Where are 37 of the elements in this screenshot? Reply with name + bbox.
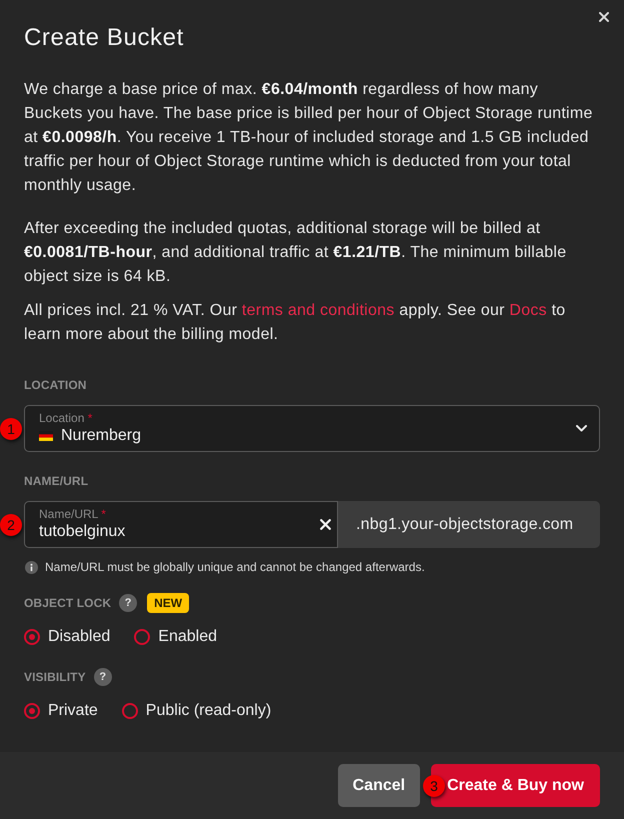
radio-icon[interactable] [24, 629, 40, 645]
step-marker: 3 [423, 774, 446, 796]
input-value: tutobelginux [39, 522, 126, 542]
section-label: VISIBILITY [24, 669, 86, 685]
radio-icon[interactable] [134, 629, 150, 645]
field-label: Name/URL * [39, 507, 106, 521]
select-value: Nuremberg [61, 426, 142, 446]
radio-option[interactable]: Disabled [24, 626, 110, 648]
clear-icon[interactable] [320, 519, 331, 530]
field-label: Location * [39, 411, 92, 425]
hint-text: Name/URL must be globally unique and cannot be changed afterwards. [45, 559, 425, 575]
dialog-title: Create Bucket [24, 24, 184, 52]
text-link[interactable]: terms and conditions [242, 302, 395, 319]
radio-option[interactable]: Enabled [134, 626, 217, 648]
section-label: LOCATION [24, 377, 87, 393]
section-label: OBJECT LOCK [24, 595, 112, 611]
step-marker: 2 [0, 514, 22, 536]
help-button[interactable]: ? [94, 668, 112, 686]
location-select[interactable]: Location * Nuremberg [24, 405, 600, 452]
cancel-button[interactable]: Cancel [338, 764, 420, 807]
close-icon[interactable] [599, 12, 609, 22]
step-marker: 1 [0, 418, 22, 440]
description-text: All prices incl. 21 % VAT. Our terms and conditions apply. See our Docs to learn more about the billing model. [24, 301, 566, 345]
info-icon [25, 560, 38, 574]
radio-option[interactable]: Public (read-only) [122, 700, 272, 722]
chevron-down-icon [576, 425, 587, 432]
url-suffix: .nbg1.your-objectstorage.com [338, 501, 600, 548]
description-text: We charge a base price of max. €6.04/month regardless of how many Buckets you have. The base price is billed per hour of Object Storage runtime at €0.0098/h. You receive 1 TB-hour of included storage and 1.5 GB included traffic per hour of Object Storage runtime which is deducted from your total monthly usage. [24, 80, 594, 196]
radio-option[interactable]: Private [24, 700, 98, 722]
description-text: After exceeding the included quotas, additional storage will be billed at €0.0081/TB-hour, and additional traffic at €1.21/TB. The minimum billable object size is 64 kB. [24, 219, 568, 287]
name-input[interactable]: Name/URL * tutobelginux [24, 501, 338, 548]
radio-icon[interactable] [24, 703, 40, 719]
radio-icon[interactable] [122, 703, 138, 719]
text-link[interactable]: Docs [509, 302, 547, 319]
new-badge: NEW [147, 593, 190, 613]
help-button[interactable]: ? [119, 594, 138, 612]
section-label: NAME/URL [24, 473, 88, 489]
